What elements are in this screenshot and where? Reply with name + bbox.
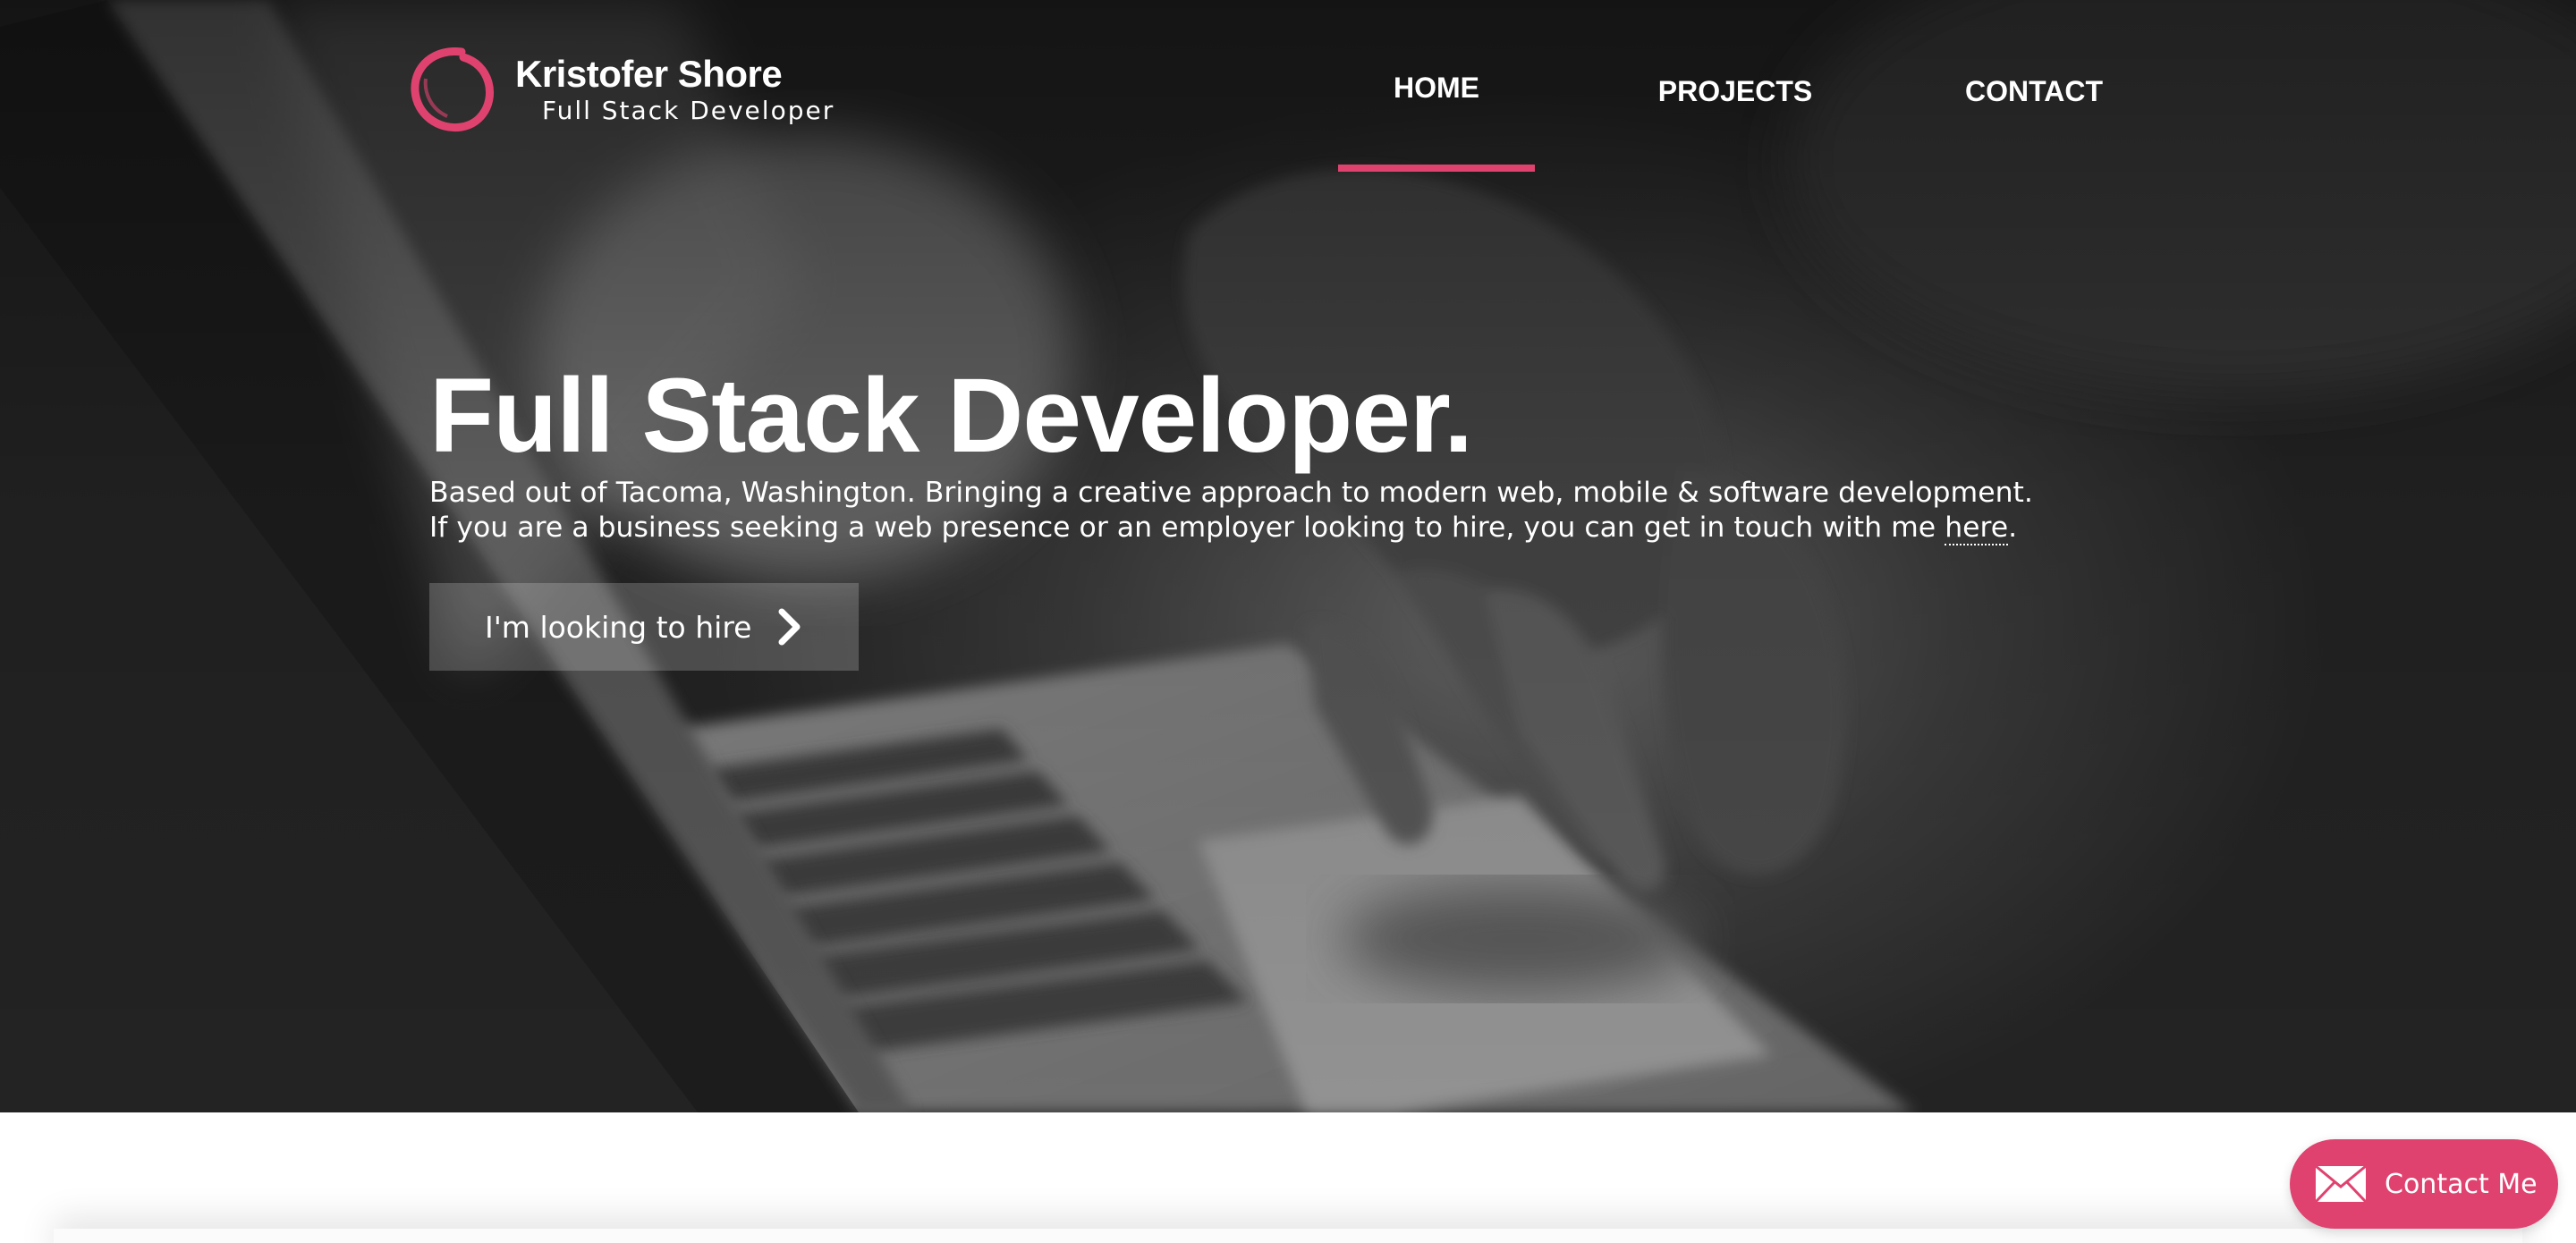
brand-name: Kristofer Shore xyxy=(515,53,783,95)
here-link[interactable]: here xyxy=(1945,512,2009,545)
nav-item-contact[interactable]: CONTACT xyxy=(1936,66,2132,116)
hero-overlay xyxy=(0,0,2576,1112)
nav-item-home[interactable]: HOME xyxy=(1338,63,1535,113)
envelope-icon xyxy=(2315,1165,2367,1203)
hero-description-line-1: Based out of Tacoma, Washington. Bringin… xyxy=(429,477,2033,509)
page: Kristofer Shore Full Stack Developer HOM… xyxy=(0,0,2576,1243)
content-section xyxy=(0,1112,2576,1243)
enso-circle-icon xyxy=(411,47,494,132)
chevron-right-icon xyxy=(778,608,801,646)
hire-button[interactable]: I'm looking to hire xyxy=(429,583,859,671)
hero-title: Full Stack Developer. xyxy=(429,357,1473,475)
hire-button-label: I'm looking to hire xyxy=(485,609,752,645)
hero-description-prefix: If you are a business seeking a web pres… xyxy=(429,512,1945,544)
hero-copy: Full Stack Developer. Based out of Tacom… xyxy=(429,358,2129,545)
brand[interactable]: Kristofer Shore Full Stack Developer xyxy=(408,45,835,134)
nav-active-indicator xyxy=(1338,165,1535,172)
brand-text: Kristofer Shore Full Stack Developer xyxy=(515,53,835,126)
brand-role: Full Stack Developer xyxy=(542,96,835,125)
nav-item-projects[interactable]: PROJECTS xyxy=(1637,66,1834,116)
content-card xyxy=(54,1229,2522,1243)
hero-description: Based out of Tacoma, Washington. Bringin… xyxy=(429,476,2129,545)
hero-description-line-2: If you are a business seeking a web pres… xyxy=(429,511,2129,545)
contact-me-button[interactable]: Contact Me xyxy=(2290,1139,2558,1229)
hero-section: Kristofer Shore Full Stack Developer HOM… xyxy=(0,0,2576,1112)
contact-me-label: Contact Me xyxy=(2385,1168,2538,1200)
hero-description-suffix: . xyxy=(2008,512,2018,544)
